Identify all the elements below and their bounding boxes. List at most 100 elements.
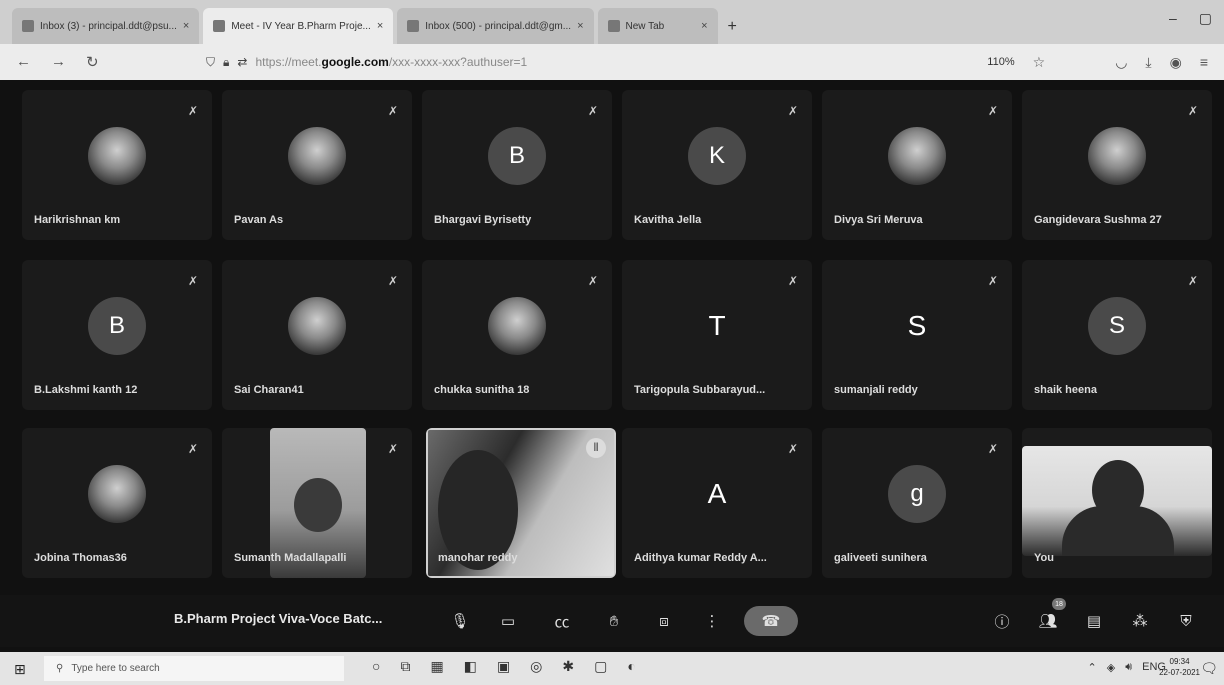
participant-tile[interactable]: ✗ B Bhargavi Byrisetty [422,90,612,240]
cortana-icon[interactable]: ○ [372,658,380,675]
participant-tile-active-speaker[interactable]: ⦀ manohar reddy [426,428,616,578]
app-icon[interactable]: ▦ [430,658,443,675]
participant-tile[interactable]: ✗ Divya Sri Meruva [822,90,1012,240]
maximize-icon[interactable]: ▢ [1199,10,1212,27]
participant-name: galiveeti sunihera [834,552,927,564]
tray-chevron-icon[interactable]: ⌃ [1088,661,1097,674]
present-screen-icon[interactable]: ⧈ [650,607,678,635]
participant-name: Harikrishnan km [34,214,121,226]
browser-tab-meet[interactable]: Meet - IV Year B.Pharm Proje... × [203,8,394,44]
download-icon[interactable]: ⤓ [1145,54,1151,71]
microphone-icon[interactable]: 🎙︎ [446,607,474,635]
participant-name: Sai Charan41 [234,384,304,396]
zoom-level[interactable]: 110% [987,56,1014,68]
participant-tile[interactable]: ✗ Pavan As [222,90,412,240]
participant-tile[interactable]: ✗ S sumanjali reddy [822,260,1012,410]
mic-off-icon: ✗ [387,442,398,456]
raise-hand-icon[interactable]: ✋︎ [600,607,628,635]
url-path: /xxx-xxxx-xxx?authuser=1 [388,55,528,69]
more-options-icon[interactable]: ⋮ [698,607,726,635]
firefox-icon[interactable]: ◐ [627,658,635,675]
shield-icon[interactable]: ⛉ [206,55,215,70]
camera-icon[interactable]: ▭ [494,607,522,635]
participant-tile[interactable]: ✗ Sumanth Madallapalli [222,428,412,578]
participant-tile[interactable]: ✗ Jobina Thomas36 [22,428,212,578]
participant-tile[interactable]: ✗ T Tarigopula Subbarayud... [622,260,812,410]
participant-tile[interactable]: ✗ B B.Lakshmi kanth 12 [22,260,212,410]
mic-off-icon: ✗ [787,104,798,118]
tab-close-icon[interactable]: × [577,20,583,32]
account-icon[interactable]: ◉ [1170,54,1182,71]
url-prefix: https://meet. [255,55,322,69]
meet-control-bar: B.Pharm Project Viva-Voce Batc... 🎙︎ ▭ ㏄… [0,595,1224,647]
participant-tile[interactable]: ✗ chukka sunitha 18 [422,260,612,410]
participant-tile[interactable]: ✗ A Adithya kumar Reddy A... [622,428,812,578]
notification-icon[interactable]: 🗨︎ [1200,660,1218,677]
participant-tile[interactable]: ✗ S shaik heena [1022,260,1212,410]
app-icon[interactable]: ▣ [497,658,510,675]
host-controls-icon[interactable]: ⛨ [1172,607,1200,635]
tab-label: New Tab [625,20,665,32]
lock-icon[interactable]: 🔒︎ [223,55,229,70]
browser-tab-inbox-2[interactable]: Inbox (500) - principal.ddt@gm... × [397,8,594,44]
avatar [288,297,346,355]
browser-tab-inbox-1[interactable]: Inbox (3) - principal.ddt@psu... × [12,8,200,44]
tab-close-icon[interactable]: × [377,20,383,32]
tab-close-icon[interactable]: × [183,20,189,32]
people-icon[interactable]: 👥︎ [1034,607,1062,635]
participant-tile[interactable]: ✗ Harikrishnan km [22,90,212,240]
app-icon[interactable]: ✱ [562,658,574,675]
chat-icon[interactable]: ▤ [1080,607,1108,635]
menu-icon[interactable]: ≡ [1200,54,1208,71]
app-icon[interactable]: ◧ [464,658,477,675]
mic-off-icon: ✗ [987,442,998,456]
participant-name: manohar reddy [438,552,518,564]
clock[interactable]: 09:34 22-07-2021 [1159,656,1200,678]
participant-tile[interactable]: ✗ Sai Charan41 [222,260,412,410]
mic-off-icon: ✗ [187,274,198,288]
participant-tile[interactable]: ✗ Gangidevara Sushma 27 [1022,90,1212,240]
captions-icon[interactable]: ㏄ [548,607,576,635]
browser-tab-new[interactable]: New Tab × [597,8,718,44]
participant-name: shaik heena [1034,384,1097,396]
mic-off-icon: ✗ [987,104,998,118]
nav-buttons: ← → ↻ [16,53,206,71]
participant-name: Adithya kumar Reddy A... [634,552,767,564]
bookmark-star-icon[interactable]: ☆ [1033,54,1046,71]
volume-icon[interactable]: 🔊︎ [1125,661,1132,674]
avatar: S [907,310,927,341]
network-icon[interactable]: ◈ [1107,661,1115,674]
clock-date: 22-07-2021 [1159,668,1200,677]
end-call-button[interactable]: ☎︎ [744,606,798,636]
avatar [488,297,546,355]
mic-off-icon: ✗ [1187,274,1198,288]
address-bar[interactable]: ⛉ 🔒︎ ⇄ https://meet.google.com/xxx-xxxx-… [206,55,987,70]
tab-label: Meet - IV Year B.Pharm Proje... [231,20,371,32]
avatar [1088,127,1146,185]
taskbar-search[interactable]: ⚲ Type here to search [44,656,344,681]
back-icon[interactable]: ← [16,53,31,71]
minimize-icon[interactable]: – [1169,10,1177,27]
permissions-icon[interactable]: ⇄ [237,55,247,69]
reload-icon[interactable]: ↻ [86,53,99,71]
window-controls: – ▢ [1169,10,1212,27]
participant-name: sumanjali reddy [834,384,918,396]
avatar: B [488,127,546,185]
tab-close-icon[interactable]: × [701,20,707,32]
task-view-icon[interactable]: ⧉ [400,658,410,675]
participant-name: B.Lakshmi kanth 12 [34,384,138,396]
pocket-icon[interactable]: ◡ [1115,54,1127,71]
activities-icon[interactable]: ⁂ [1126,607,1154,635]
app-icon[interactable]: ▢ [594,658,607,675]
windows-start-icon[interactable]: ⊞ [14,661,26,678]
chrome-icon[interactable]: ◎ [530,658,542,675]
meeting-details-icon[interactable]: ⓘ [988,607,1016,635]
new-tab-button[interactable]: + [728,18,737,36]
forward-icon[interactable]: → [51,53,66,71]
participant-tile[interactable]: ✗ g galiveeti sunihera [822,428,1012,578]
people-count-badge: 18 [1052,598,1066,610]
self-tile[interactable]: You [1022,428,1212,578]
meeting-title[interactable]: B.Pharm Project Viva-Voce Batc... [174,611,382,626]
participant-tile[interactable]: ✗ K Kavitha Jella [622,90,812,240]
avatar: S [1088,297,1146,355]
